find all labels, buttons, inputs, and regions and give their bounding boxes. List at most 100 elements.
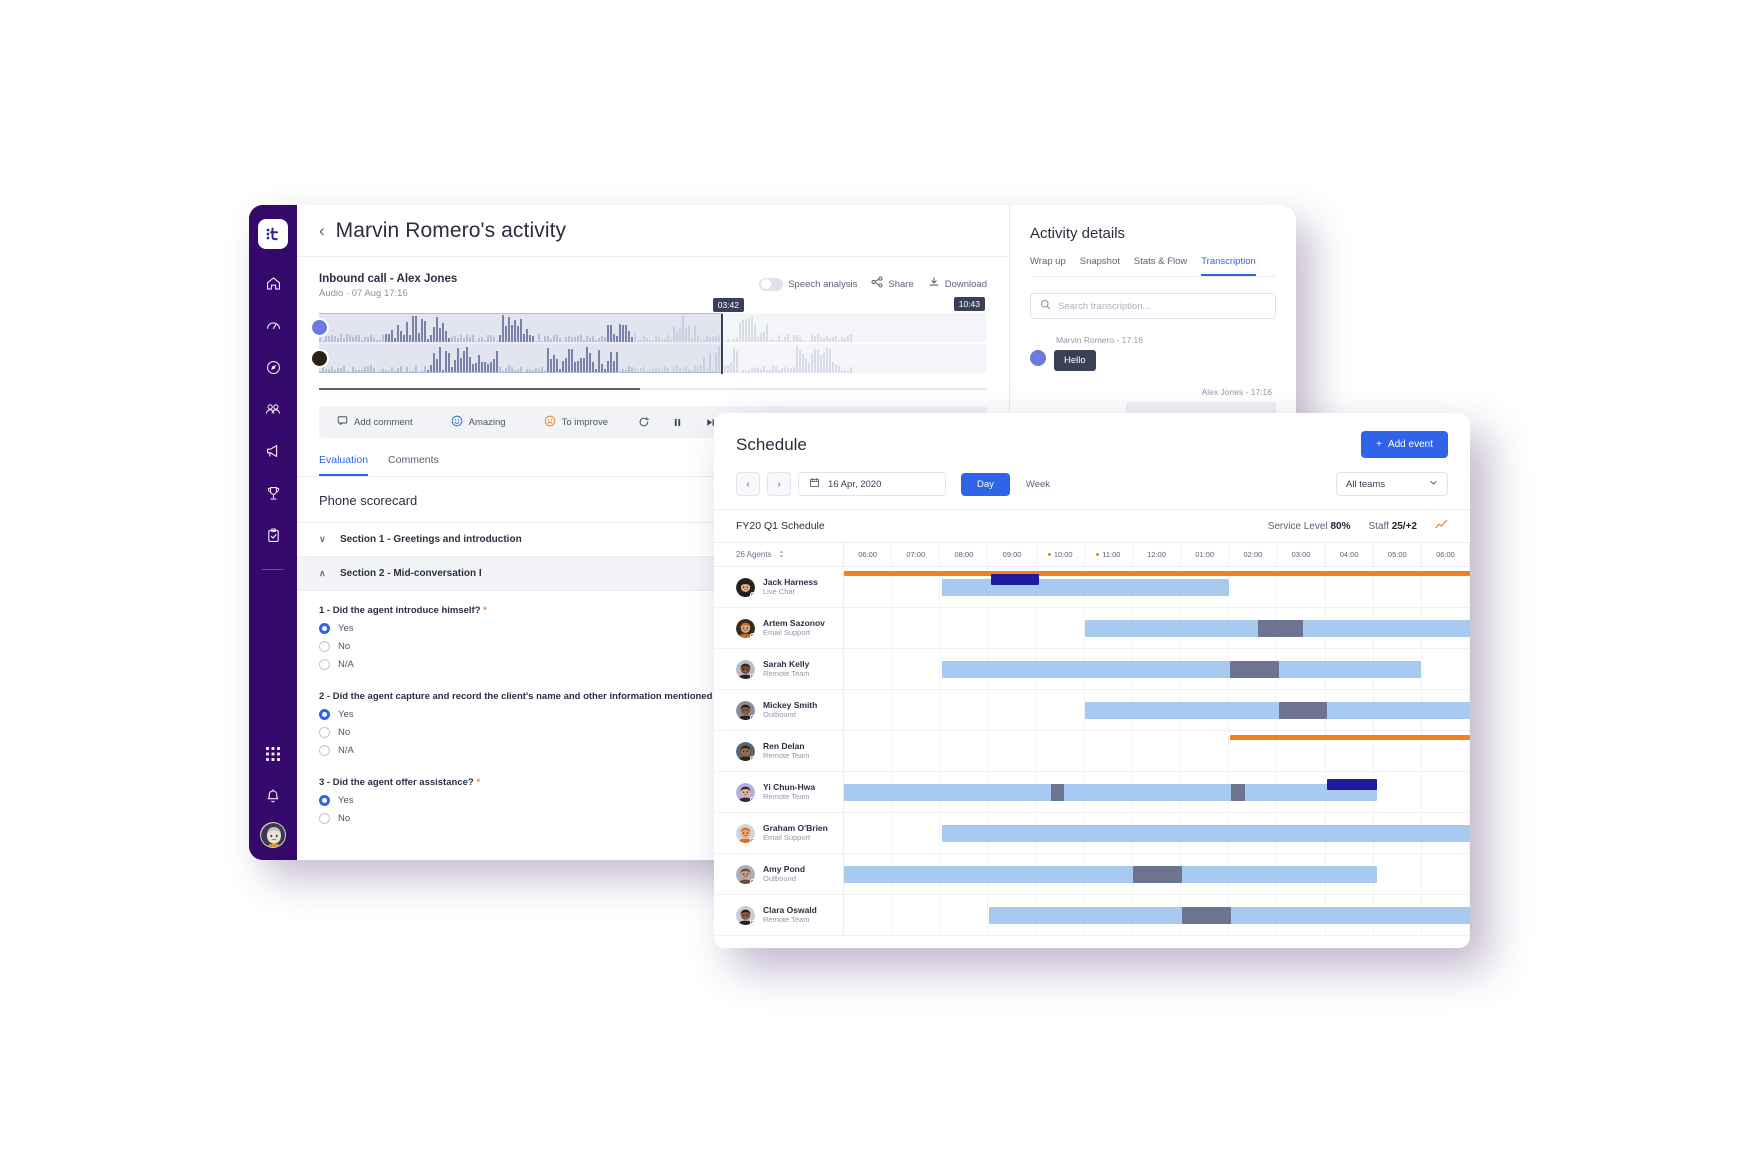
waveform-playhead[interactable]	[721, 314, 723, 374]
schedule-lane[interactable]	[844, 731, 1470, 771]
schedule-row[interactable]: Sarah Kelly Remote Team	[714, 649, 1470, 690]
alert-dot-icon	[1047, 553, 1051, 556]
next-day-button[interactable]: ›	[767, 472, 791, 496]
waveform[interactable]: 03:42 10:43	[310, 297, 987, 375]
comment-icon	[337, 415, 348, 429]
schedule-lane[interactable]	[844, 608, 1470, 648]
call-meta: Audio · 07 Aug 17:16	[319, 288, 408, 299]
tab-transcription[interactable]: Transcription	[1201, 256, 1256, 276]
transcription-search[interactable]	[1030, 293, 1276, 319]
schedule-bar-shift[interactable]	[942, 825, 1470, 842]
schedule-row[interactable]: Clara Oswald Remote Team	[714, 895, 1470, 936]
trophy-icon[interactable]	[257, 477, 289, 509]
home-icon[interactable]	[257, 267, 289, 299]
agent-cell: Artem Sazonov Email Support	[714, 608, 844, 648]
schedule-bar-break[interactable]	[1133, 866, 1183, 883]
radio-selected-icon	[319, 623, 330, 634]
schedule-lane[interactable]	[844, 813, 1470, 853]
gauge-icon[interactable]	[257, 309, 289, 341]
presence-dot-icon	[750, 919, 755, 925]
schedule-lane[interactable]	[844, 649, 1470, 689]
schedule-bar-shift[interactable]	[942, 661, 1422, 678]
megaphone-icon[interactable]	[257, 435, 289, 467]
download-button[interactable]: Download	[928, 275, 987, 293]
seek-bar[interactable]	[319, 388, 987, 390]
schedule-lane[interactable]	[844, 895, 1470, 935]
option-label: Yes	[338, 795, 354, 806]
prev-day-button[interactable]: ‹	[736, 472, 760, 496]
app-logo[interactable]	[258, 219, 288, 249]
schedule-bar-thin[interactable]	[1230, 784, 1245, 801]
agent-text: Jack Harness Live Chat	[763, 577, 818, 597]
share-button[interactable]: Share	[871, 275, 914, 293]
speech-analysis-toggle[interactable]	[759, 277, 784, 291]
tab-stats-flow[interactable]: Stats & Flow	[1134, 256, 1187, 276]
time-axis: 06:00 07:00 08:00 09:00 10:00 11:00 12:00 01:00…	[844, 543, 1470, 566]
schedule-bar-navy[interactable]	[1327, 779, 1378, 790]
schedule-bar-shift[interactable]	[942, 579, 1229, 596]
apps-grid-icon[interactable]	[257, 738, 289, 770]
replay-button[interactable]	[638, 416, 650, 428]
team-filter-select[interactable]: All teams	[1336, 472, 1448, 496]
add-comment-label: Add comment	[354, 416, 413, 428]
schedule-row[interactable]: Amy Pond Outbound	[714, 854, 1470, 895]
call-info: Inbound call - Alex Jones Audio · 07 Aug…	[319, 273, 457, 299]
schedule-bar-break[interactable]	[1182, 907, 1231, 924]
schedule-lane[interactable]	[844, 690, 1470, 730]
agent-text: Ren Delan Remote Team	[763, 741, 810, 761]
schedule-lane[interactable]	[844, 854, 1470, 894]
time-tick: 02:00	[1229, 543, 1278, 566]
waveform-selection[interactable]: 03:42	[319, 298, 744, 374]
presence-dot-icon	[750, 673, 755, 679]
view-day-button[interactable]: Day	[961, 472, 1010, 496]
radio-icon	[319, 727, 330, 738]
date-picker[interactable]: 16 Apr, 2020	[798, 472, 946, 496]
amazing-button[interactable]: Amazing	[451, 415, 506, 430]
schedule-row[interactable]: Yi Chun-Hwa Remote Team	[714, 772, 1470, 813]
schedule-bar-shift[interactable]	[844, 866, 1378, 883]
clipboard-check-icon[interactable]	[257, 519, 289, 551]
schedule-lane[interactable]	[844, 567, 1470, 607]
schedule-bar-shift[interactable]	[1085, 702, 1470, 719]
compass-icon[interactable]	[257, 351, 289, 383]
schedule-bar-thin[interactable]	[1050, 784, 1065, 801]
schedule-row[interactable]: Jack Harness Live Chat	[714, 567, 1470, 608]
add-comment-button[interactable]: Add comment	[337, 415, 413, 429]
agents-count-header[interactable]: 26 Agents	[714, 543, 844, 566]
schedule-board-header: FY20 Q1 Schedule Service Level 80% Staff…	[714, 509, 1470, 542]
search-input[interactable]	[1058, 300, 1266, 312]
schedule-bar-navy[interactable]	[991, 574, 1040, 585]
schedule-bar-shift[interactable]	[844, 784, 1378, 801]
to-improve-button[interactable]: To improve	[544, 415, 608, 430]
agent-cell: Yi Chun-Hwa Remote Team	[714, 772, 844, 812]
tab-wrap-up[interactable]: Wrap up	[1030, 256, 1066, 276]
schedule-bar-orange[interactable]	[844, 571, 1470, 576]
schedule-bar-break[interactable]	[1258, 620, 1303, 637]
details-pad: Activity details Wrap up Snapshot Stats …	[1010, 205, 1296, 420]
schedule-bar-orange[interactable]	[1230, 735, 1470, 740]
details-tabs: Wrap up Snapshot Stats & Flow Transcript…	[1030, 256, 1276, 277]
schedule-row[interactable]: Artem Sazonov Email Support	[714, 608, 1470, 649]
schedule-bar-break[interactable]	[1230, 661, 1280, 678]
tab-evaluation[interactable]: Evaluation	[319, 454, 369, 476]
option-label: Yes	[338, 623, 354, 634]
message-author-2: Alex Jones - 17:16	[1201, 387, 1272, 397]
schedule-lane[interactable]	[844, 772, 1470, 812]
view-week-button[interactable]: Week	[1010, 473, 1066, 496]
schedule-row[interactable]: Ren Delan Remote Team	[714, 731, 1470, 772]
tab-snapshot[interactable]: Snapshot	[1080, 256, 1120, 276]
back-button[interactable]: ‹	[319, 222, 325, 239]
radio-icon	[319, 745, 330, 756]
pause-button[interactable]	[672, 417, 683, 428]
seek-progress	[319, 388, 640, 390]
bell-icon[interactable]	[257, 780, 289, 812]
schedule-row[interactable]: Mickey Smith Outbound	[714, 690, 1470, 731]
tab-comments[interactable]: Comments	[388, 454, 439, 476]
pause-icon	[674, 418, 681, 426]
add-event-button[interactable]: + Add event	[1361, 431, 1448, 458]
schedule-bar-break[interactable]	[1279, 702, 1328, 719]
people-icon[interactable]	[257, 393, 289, 425]
avatar[interactable]	[260, 822, 286, 848]
schedule-row[interactable]: Graham O'Brien Email Support	[714, 813, 1470, 854]
speech-analysis-toggle-group[interactable]: Speech analysis	[759, 277, 857, 291]
